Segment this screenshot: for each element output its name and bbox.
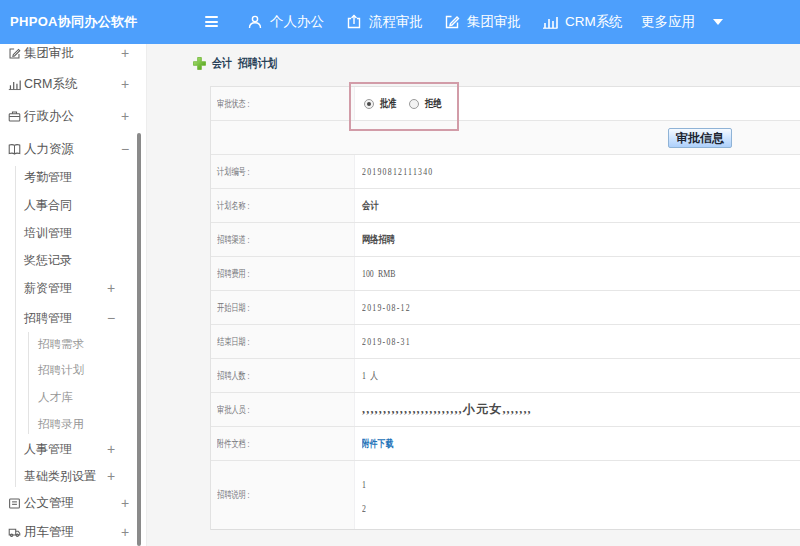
row-approve-button: 审批信息 — [211, 121, 800, 155]
document-icon — [8, 497, 21, 510]
caret-down-icon — [713, 19, 723, 25]
approve-info-button[interactable]: 审批信息 — [668, 128, 732, 148]
nav-crm-system[interactable]: CRM系统 — [542, 0, 623, 44]
radio-approve[interactable] — [364, 99, 374, 109]
sidebar-item-recruit-demand[interactable]: 招聘需求 — [0, 334, 136, 354]
briefcase-icon — [8, 110, 21, 123]
row-headcount: 招聘人数 : 1 人 — [211, 359, 800, 393]
nav-personal-office[interactable]: 个人办公 — [247, 0, 324, 44]
page-title: 招聘计划 — [238, 55, 277, 72]
sidebar-item-document-mgmt[interactable]: 公文管理 + — [0, 493, 136, 513]
sidebar-item-admin-office[interactable]: 行政办公 + — [0, 106, 136, 126]
sidebar-item-recruit-mgmt[interactable]: 招聘管理− — [0, 308, 136, 328]
sidebar-item-hr-contract[interactable]: 人事合同 — [0, 195, 136, 215]
row-approval-status: 审批状态 : 批准 拒绝 — [211, 87, 800, 121]
sidebar-item-vehicle-mgmt[interactable]: 用车管理 + — [0, 522, 136, 542]
nav-process-approval[interactable]: 流程审批 — [346, 0, 423, 44]
page-title-row: 会计 招聘计划 — [193, 51, 286, 75]
row-recruit-channel: 招聘渠道 : 网络招聘 — [211, 223, 800, 257]
sidebar-item-group-approval[interactable]: 集团审批 + — [0, 43, 136, 63]
row-approvers: 审批人员 : ,,,,,,,,,,,,,,,,,,,,,,,,小元女,,,,,,… — [211, 393, 800, 427]
sidebar-item-personnel-mgmt[interactable]: 人事管理+ — [0, 439, 136, 459]
sidebar-scrollbar-thumb[interactable] — [137, 133, 141, 546]
radio-reject[interactable] — [409, 99, 419, 109]
row-description: 招聘说明 : 1 2 — [211, 461, 800, 530]
row-attachment: 附件文档 : 附件下载 — [211, 427, 800, 461]
page-title-prefix: 会计 — [212, 55, 232, 72]
attachment-download-link[interactable]: 附件下载 — [362, 437, 393, 451]
row-recruit-cost: 招聘费用 : 100 RMB — [211, 257, 800, 291]
nav-more-apps[interactable]: 更多应用 — [641, 0, 723, 44]
bar-chart-icon — [8, 78, 21, 91]
add-icon[interactable] — [193, 57, 206, 70]
sidebar-item-salary[interactable]: 薪资管理+ — [0, 278, 136, 298]
row-plan-number: 计划编号 : 20190812111340 — [211, 155, 800, 189]
top-navbar: PHPOA协同办公软件 个人办公 流程审批 集团审批 CRM系统 更多应用 — [0, 0, 800, 44]
sidebar-item-training[interactable]: 培训管理 — [0, 223, 136, 243]
field-value: 批准 拒绝 — [355, 87, 800, 120]
app-title: PHPOA协同办公软件 — [10, 0, 138, 44]
flow-icon — [346, 14, 362, 30]
nav-group-approval[interactable]: 集团审批 — [444, 0, 521, 44]
truck-icon — [8, 526, 21, 539]
field-label: 审批状态 : — [211, 87, 355, 120]
sidebar-item-base-category[interactable]: 基础类别设置+ — [0, 466, 136, 486]
row-start-date: 开始日期 : 2019-08-12 — [211, 291, 800, 325]
sidebar-item-recruit-hire[interactable]: 招聘录用 — [0, 414, 136, 434]
edit-square-icon — [444, 14, 460, 30]
recruit-plan-form: 审批状态 : 批准 拒绝 审批信息 计划编号 : 20190812111340 … — [210, 86, 800, 530]
sidebar: 集团审批 + CRM系统 + 行政办公 + 人力资源 − 考勤管理 人事合同 培… — [0, 44, 147, 546]
sidebar-item-talent-pool[interactable]: 人才库 — [0, 387, 136, 407]
row-plan-name: 计划名称 : 会计 — [211, 189, 800, 223]
sidebar-item-crm[interactable]: CRM系统 + — [0, 74, 136, 94]
description-value: 1 2 — [355, 461, 800, 529]
sidebar-item-hr[interactable]: 人力资源 − — [0, 139, 136, 159]
book-icon — [8, 143, 21, 156]
sidebar-item-recruit-plan[interactable]: 招聘计划 — [0, 360, 136, 380]
menu-toggle-icon[interactable] — [205, 16, 218, 27]
sidebar-item-rewards[interactable]: 奖惩记录 — [0, 250, 136, 270]
user-icon — [247, 14, 263, 30]
edit-square-icon — [8, 47, 21, 60]
bar-chart-icon — [542, 14, 558, 30]
row-end-date: 结束日期 : 2019-08-31 — [211, 325, 800, 359]
sidebar-item-attendance[interactable]: 考勤管理 — [0, 167, 136, 187]
